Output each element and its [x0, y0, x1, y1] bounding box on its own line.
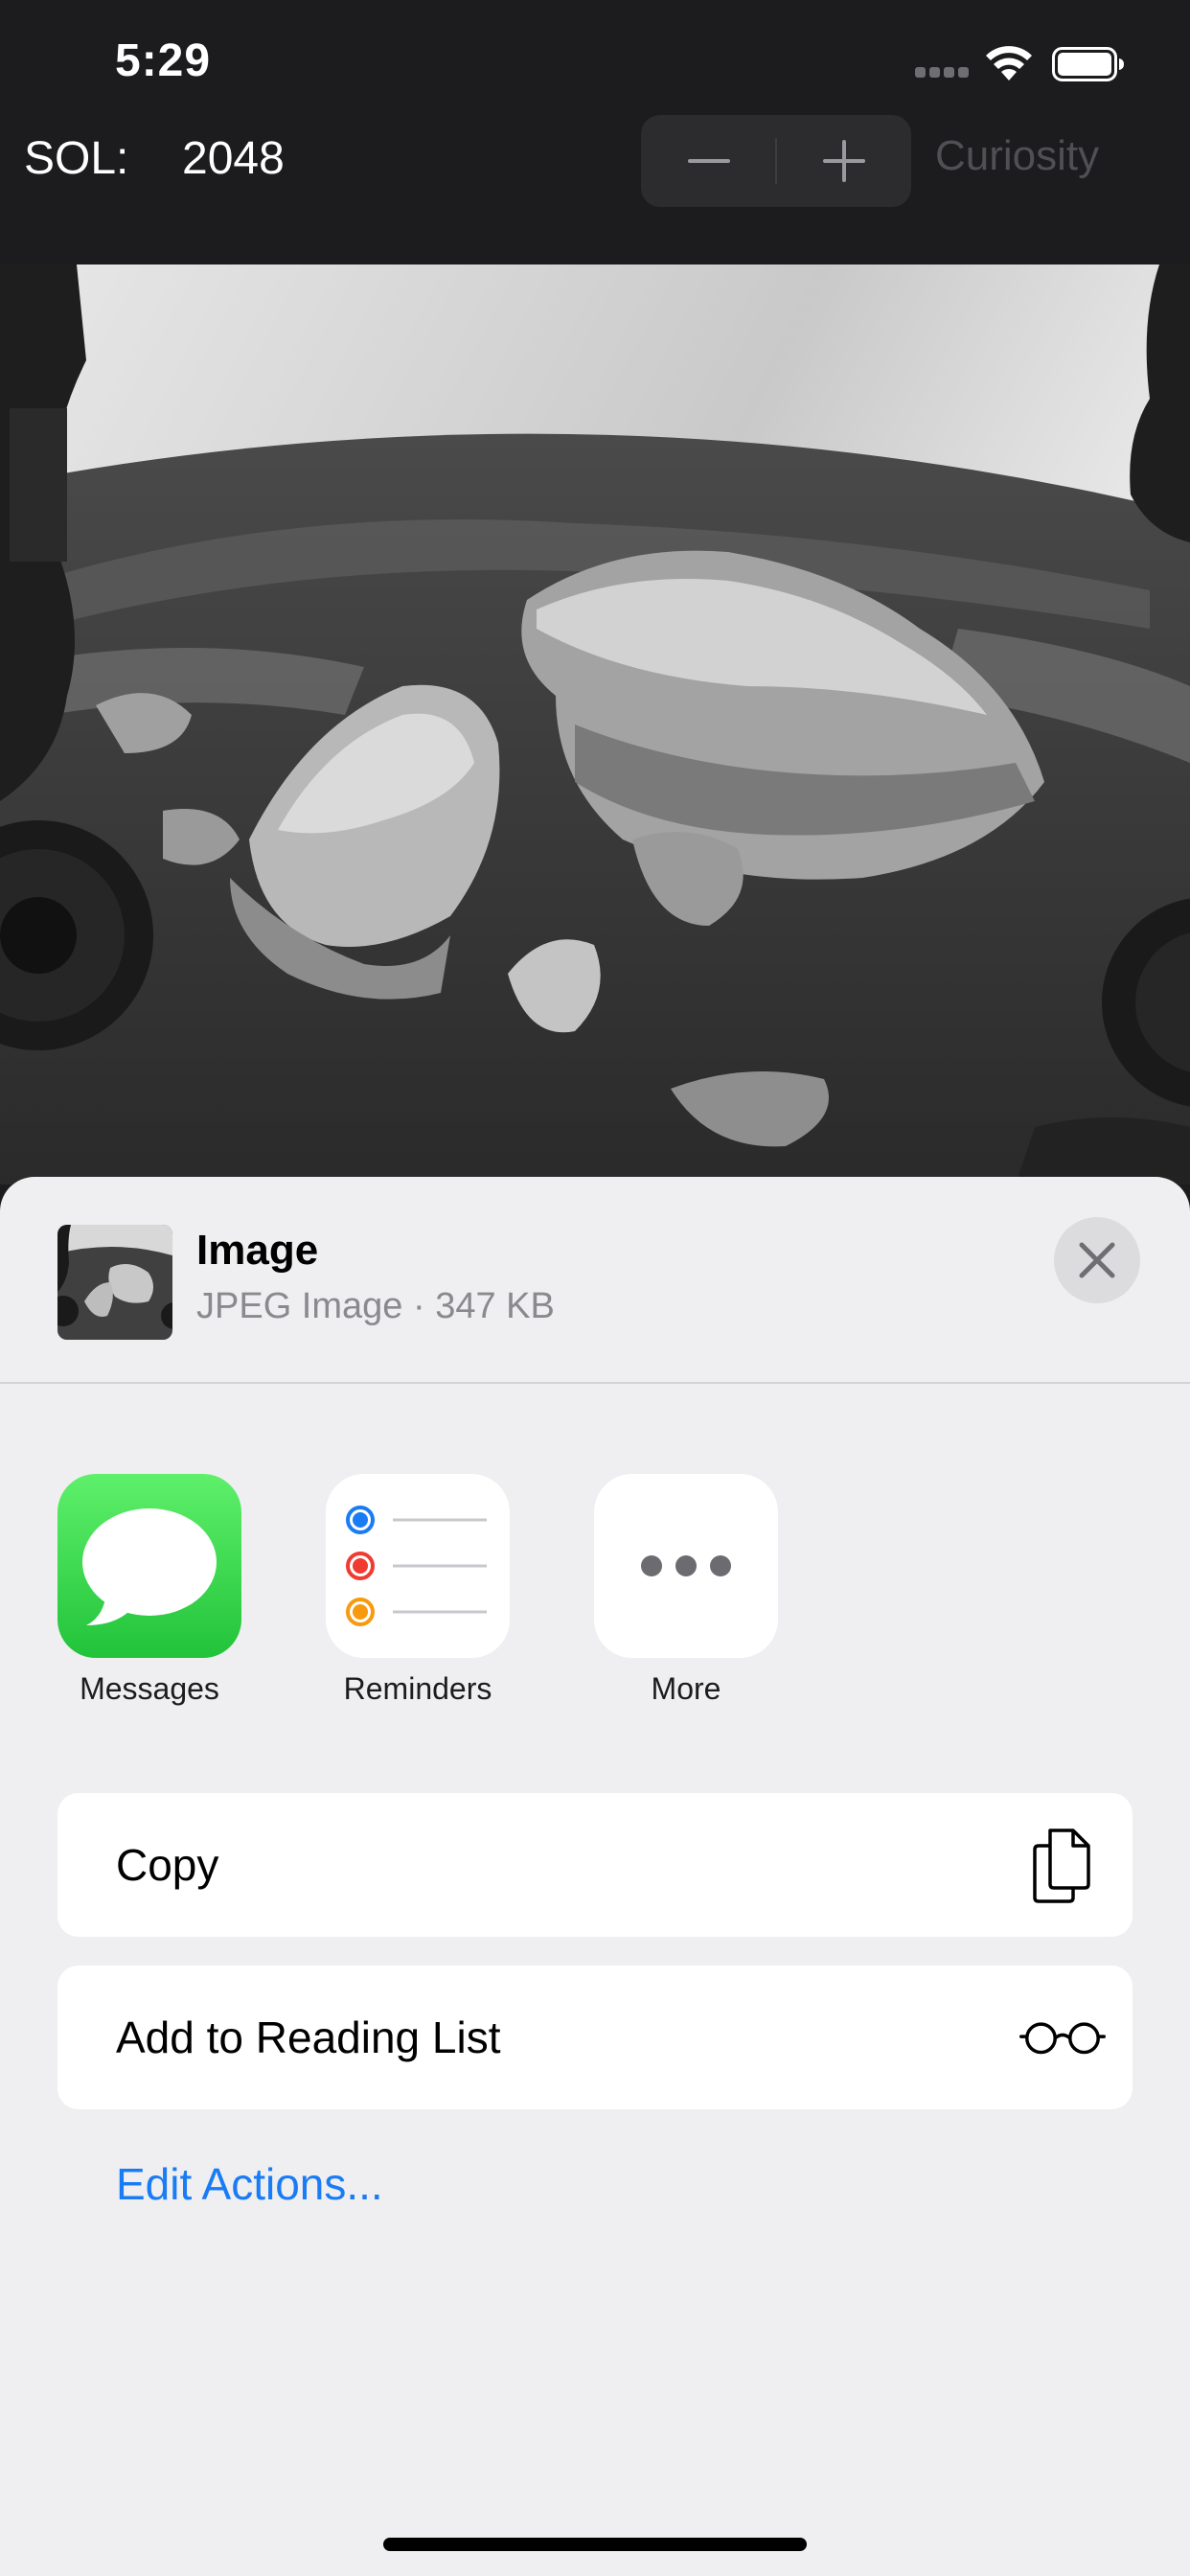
copy-action[interactable]: Copy — [57, 1793, 1133, 1937]
share-apps-row: Messages Reminders More — [0, 1474, 1190, 1733]
sol-stepper — [641, 115, 911, 207]
sol-value: 2048 — [182, 133, 285, 184]
status-bar: 5:29 — [0, 0, 1190, 115]
minus-icon — [687, 159, 730, 163]
home-indicator[interactable] — [383, 2538, 807, 2551]
status-time: 5:29 — [115, 35, 212, 86]
share-app-label: Messages — [80, 1671, 219, 1706]
more-icon — [594, 1474, 778, 1658]
share-sheet: Image JPEG Image · 347 KB Messages Remin… — [0, 1177, 1190, 2576]
decrement-button[interactable] — [641, 115, 776, 207]
share-app-more[interactable]: More — [590, 1474, 782, 1707]
sol-label: SOL: — [24, 133, 129, 184]
close-button[interactable] — [1054, 1217, 1140, 1303]
edit-actions-link[interactable]: Edit Actions... — [116, 2158, 383, 2210]
battery-icon — [1052, 47, 1124, 81]
share-app-messages[interactable]: Messages — [54, 1474, 245, 1707]
glasses-icon — [1019, 1996, 1106, 2079]
mars-surface-image — [0, 264, 1190, 1184]
action-label: Add to Reading List — [116, 2012, 501, 2062]
share-sheet-header: Image JPEG Image · 347 KB — [0, 1177, 1190, 1384]
toolbar: SOL: 2048 Curiosity — [0, 115, 1190, 264]
image-thumbnail — [57, 1225, 172, 1340]
close-icon — [1079, 1242, 1115, 1278]
share-app-reminders[interactable]: Reminders — [322, 1474, 514, 1707]
rover-selector[interactable]: Curiosity — [935, 132, 1099, 180]
cellular-signal-icon — [915, 67, 971, 80]
share-app-label: Reminders — [343, 1671, 492, 1706]
plus-icon — [822, 140, 865, 182]
reminders-icon — [326, 1474, 510, 1658]
wifi-icon — [986, 46, 1032, 80]
share-subtitle: JPEG Image · 347 KB — [196, 1286, 555, 1326]
screen: 5:29 SOL: 2048 Curiosity Image JPEG Imag… — [0, 0, 1190, 2576]
action-label: Copy — [116, 1840, 219, 1890]
share-title: Image — [196, 1227, 319, 1274]
copy-icon — [1019, 1824, 1106, 1906]
mars-photo[interactable] — [0, 264, 1190, 1184]
add-to-reading-list-action[interactable]: Add to Reading List — [57, 1966, 1133, 2109]
messages-icon — [57, 1474, 241, 1658]
increment-button[interactable] — [776, 115, 911, 207]
share-app-label: More — [651, 1671, 721, 1706]
